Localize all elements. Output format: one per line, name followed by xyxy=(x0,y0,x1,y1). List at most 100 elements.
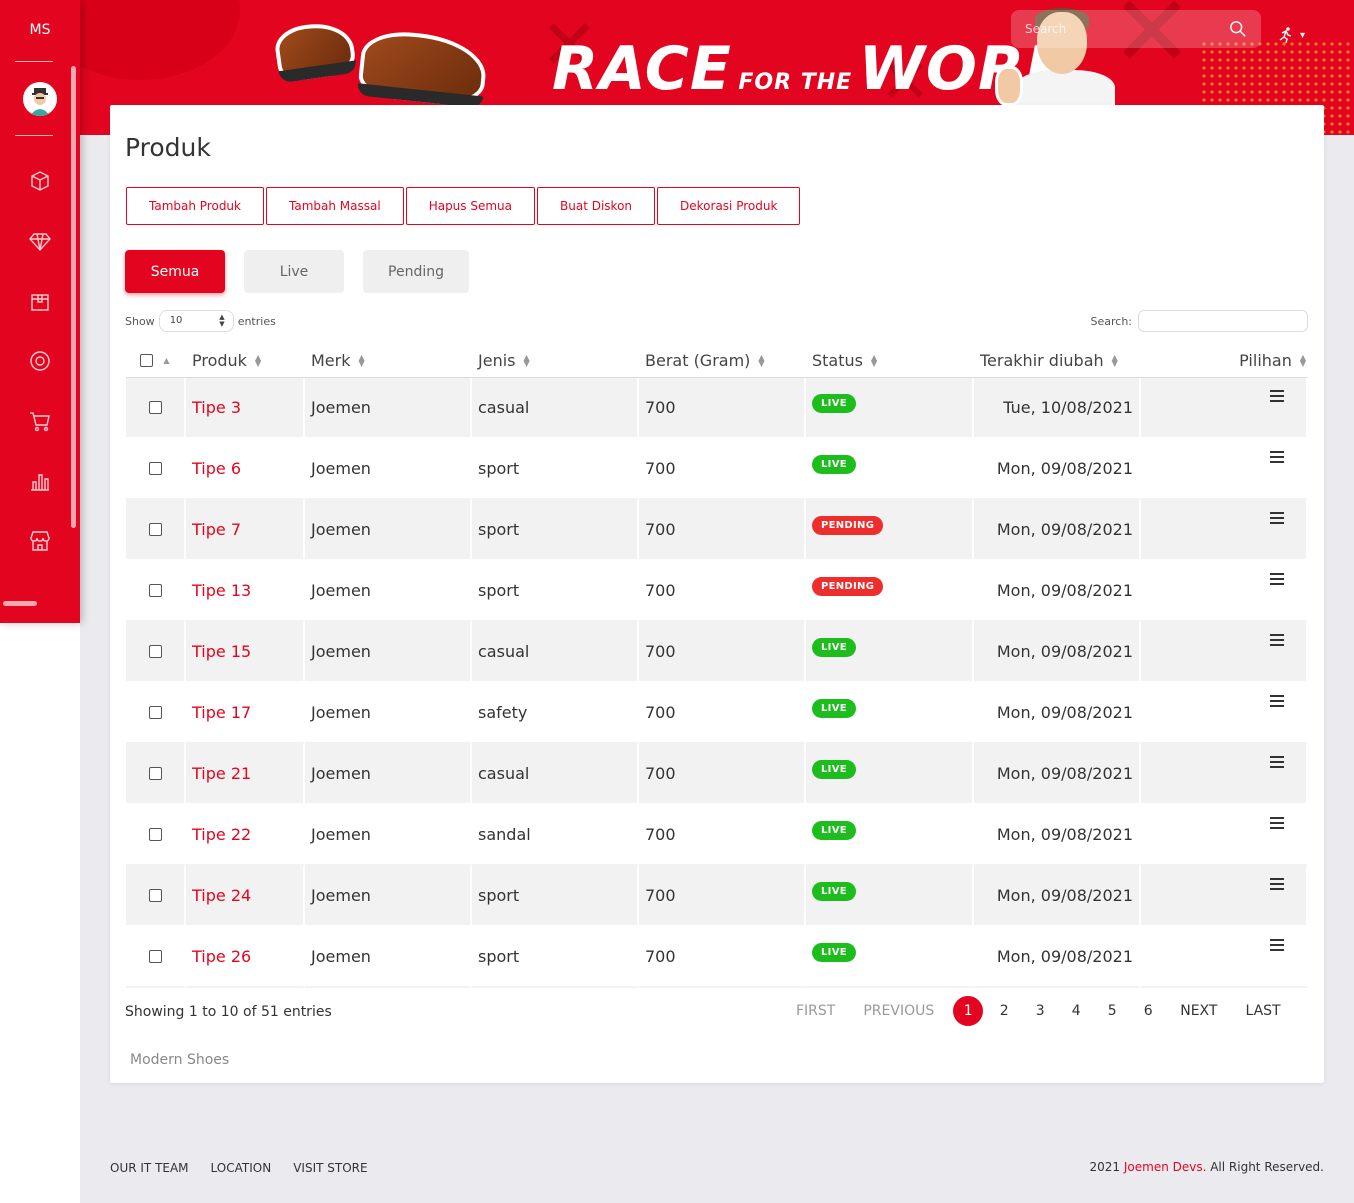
table-row[interactable]: Tipe 17 Joemen safety 700 LIVE Mon, 09/08/202… xyxy=(126,683,1308,744)
pagination-last[interactable]: LAST xyxy=(1245,1003,1280,1019)
decorate-product-button[interactable]: Dekorasi Produk xyxy=(657,187,801,225)
table-row[interactable]: Tipe 13 Joemen sport 700 PENDING Mon, 09/08/2… xyxy=(126,561,1308,622)
table-row[interactable]: Tipe 7 Joemen sport 700 PENDING Mon, 09/08/20… xyxy=(126,500,1308,561)
at-icon[interactable] xyxy=(28,349,52,373)
product-link[interactable]: Tipe 6 xyxy=(192,459,241,478)
user-menu[interactable]: ▾ xyxy=(1276,26,1305,44)
table-row[interactable]: Tipe 24 Joemen sport 700 LIVE Mon, 09/08/2021 xyxy=(126,866,1308,927)
footer-link-location[interactable]: LOCATION xyxy=(211,1161,272,1175)
chevron-down-icon[interactable]: ▾ xyxy=(1300,30,1305,41)
row-checkbox[interactable] xyxy=(148,645,162,658)
sort-icon[interactable]: ▲ ▼ xyxy=(758,353,764,367)
row-select-cell[interactable] xyxy=(126,927,186,988)
sort-icon[interactable]: ▲ ▼ xyxy=(1300,353,1306,367)
copyright-brand-link[interactable]: Joemen Devs. xyxy=(1124,1160,1207,1174)
hamburger-menu-icon[interactable] xyxy=(1270,573,1284,585)
hamburger-menu-icon[interactable] xyxy=(1270,390,1284,402)
row-checkbox[interactable] xyxy=(148,584,162,597)
row-select-cell[interactable] xyxy=(126,744,186,805)
hamburger-menu-icon[interactable] xyxy=(1270,939,1284,951)
sort-icon[interactable]: ▲ ▼ xyxy=(1112,353,1118,367)
row-select-cell[interactable] xyxy=(126,805,186,866)
row-checkbox[interactable] xyxy=(148,767,162,780)
create-discount-button[interactable]: Buat Diskon xyxy=(537,187,656,225)
row-select-cell[interactable] xyxy=(126,683,186,744)
tab-semua[interactable]: Semua xyxy=(125,250,225,293)
table-row[interactable]: Tipe 15 Joemen casual 700 LIVE Mon, 09/08/202… xyxy=(126,622,1308,683)
pagination-page-6[interactable]: 6 xyxy=(1130,1003,1166,1019)
pagination-page-5[interactable]: 5 xyxy=(1094,1003,1130,1019)
row-select-cell[interactable] xyxy=(126,866,186,927)
row-checkbox[interactable] xyxy=(148,462,162,475)
entries-select[interactable]: 10 ▲ ▼ xyxy=(158,310,234,332)
table-row[interactable]: Tipe 22 Joemen sandal 700 LIVE Mon, 09/08/202… xyxy=(126,805,1308,866)
footer-link-it-team[interactable]: OUR IT TEAM xyxy=(110,1161,189,1175)
row-checkbox[interactable] xyxy=(148,828,162,841)
row-select-cell[interactable] xyxy=(126,561,186,622)
product-link[interactable]: Tipe 24 xyxy=(192,886,251,905)
hamburger-menu-icon[interactable] xyxy=(1270,817,1284,829)
product-link[interactable]: Tipe 13 xyxy=(192,581,251,600)
row-select-cell[interactable] xyxy=(126,500,186,561)
row-checkbox[interactable] xyxy=(148,950,162,963)
pagination-first[interactable]: FIRST xyxy=(796,1003,835,1019)
product-link[interactable]: Tipe 7 xyxy=(192,520,241,539)
row-checkbox[interactable] xyxy=(148,889,162,902)
table-row[interactable]: Tipe 26 Joemen sport 700 LIVE Mon, 09/08/2021 xyxy=(126,927,1308,988)
column-header-pilihan[interactable]: Pilihan ▲ ▼ xyxy=(1141,344,1308,377)
delete-all-button[interactable]: Hapus Semua xyxy=(405,187,536,225)
table-search-input[interactable] xyxy=(1138,310,1308,332)
tab-live[interactable]: Live xyxy=(244,250,344,293)
hamburger-menu-icon[interactable] xyxy=(1270,695,1284,707)
hamburger-menu-icon[interactable] xyxy=(1270,756,1284,768)
column-header-status[interactable]: Status ▲ ▼ xyxy=(806,344,974,377)
tab-pending[interactable]: Pending xyxy=(363,250,469,293)
column-header-berat[interactable]: Berat (Gram) ▲ ▼ xyxy=(639,344,806,377)
product-link[interactable]: Tipe 17 xyxy=(192,703,251,722)
select-all-checkbox[interactable] xyxy=(140,354,154,367)
product-link[interactable]: Tipe 15 xyxy=(192,642,251,661)
sort-icon[interactable]: ▲ ▼ xyxy=(523,353,529,367)
product-link[interactable]: Tipe 26 xyxy=(192,947,251,966)
search-icon[interactable] xyxy=(1229,20,1247,38)
row-select-cell[interactable] xyxy=(126,378,186,439)
row-select-cell[interactable] xyxy=(126,439,186,500)
column-header-jenis[interactable]: Jenis ▲ ▼ xyxy=(472,344,639,377)
add-product-button[interactable]: Tambah Produk xyxy=(126,187,264,225)
pagination-page-3[interactable]: 3 xyxy=(1022,1003,1058,1019)
diamond-icon[interactable] xyxy=(28,229,52,253)
bag-icon[interactable] xyxy=(28,289,52,313)
sort-asc-icon[interactable]: ▲ xyxy=(163,356,169,364)
sort-icon[interactable]: ▲ ▼ xyxy=(255,353,261,367)
column-header-merk[interactable]: Merk ▲ ▼ xyxy=(305,344,472,377)
row-checkbox[interactable] xyxy=(148,401,162,414)
box-icon[interactable] xyxy=(28,169,52,193)
product-link[interactable]: Tipe 21 xyxy=(192,764,251,783)
cart-icon[interactable] xyxy=(28,409,52,433)
hamburger-menu-icon[interactable] xyxy=(1270,878,1284,890)
sort-icon[interactable]: ▲ ▼ xyxy=(359,353,365,367)
product-link[interactable]: Tipe 22 xyxy=(192,825,251,844)
hamburger-menu-icon[interactable] xyxy=(1270,634,1284,646)
sidebar-scrollbar[interactable] xyxy=(71,66,76,528)
header-select-all[interactable]: ▲ xyxy=(126,344,186,377)
column-header-terakhir-diubah[interactable]: Terakhir diubah ▲ ▼ xyxy=(974,344,1141,377)
bulk-add-button[interactable]: Tambah Massal xyxy=(266,187,404,225)
avatar[interactable] xyxy=(23,82,57,116)
table-row[interactable]: Tipe 6 Joemen sport 700 LIVE Mon, 09/08/2021 xyxy=(126,439,1308,500)
hamburger-menu-icon[interactable] xyxy=(1270,451,1284,463)
product-link[interactable]: Tipe 3 xyxy=(192,398,241,417)
hamburger-menu-icon[interactable] xyxy=(1270,512,1284,524)
pagination-page-1[interactable]: 1 xyxy=(953,996,984,1026)
header-search[interactable] xyxy=(1011,10,1261,48)
pagination-previous[interactable]: PREVIOUS xyxy=(863,1003,934,1019)
column-header-produk[interactable]: Produk ▲ ▼ xyxy=(186,344,305,377)
row-checkbox[interactable] xyxy=(148,523,162,536)
chart-icon[interactable] xyxy=(28,469,52,493)
sort-icon[interactable]: ▲ ▼ xyxy=(871,353,877,367)
store-icon[interactable] xyxy=(28,529,52,553)
sidebar-horizontal-scrollbar[interactable] xyxy=(3,601,37,606)
row-checkbox[interactable] xyxy=(148,706,162,719)
pagination-page-2[interactable]: 2 xyxy=(986,1003,1022,1019)
footer-link-visit-store[interactable]: VISIT STORE xyxy=(293,1161,367,1175)
